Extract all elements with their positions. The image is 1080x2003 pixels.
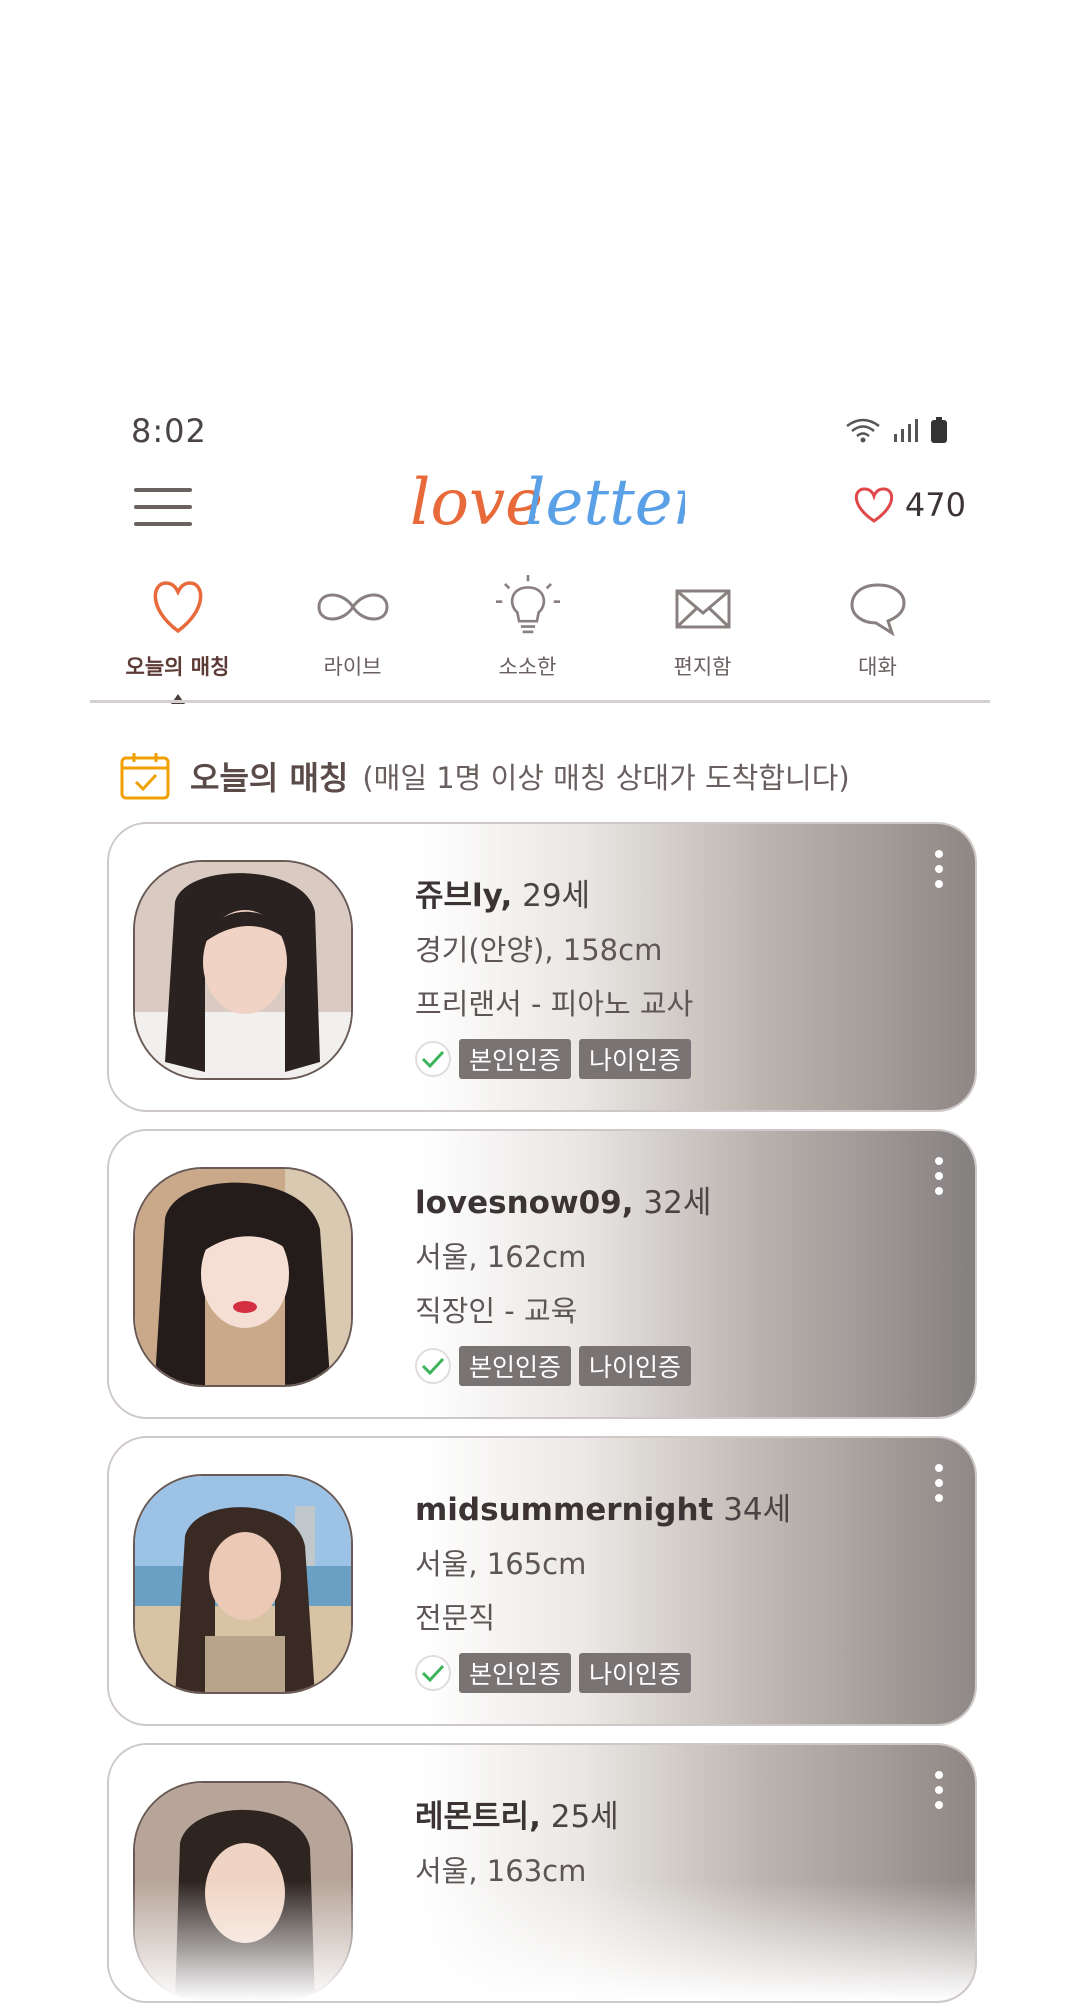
- more-options-button[interactable]: [935, 1771, 945, 1816]
- occupation: 프리랜서 - 피아노 교사: [415, 987, 694, 1021]
- menu-button[interactable]: [134, 488, 192, 528]
- profile-card[interactable]: midsummernight 34세 서울, 165cm 전문직 본인인증 나이…: [107, 1436, 977, 1726]
- location-height: 서울, 162cm: [415, 1240, 587, 1274]
- tab-label: 대화: [858, 655, 897, 679]
- tab-label: 오늘의 매칭: [125, 655, 230, 679]
- scroll-fade: [109, 1881, 975, 2001]
- age-verified-badge: 나이인증: [579, 1653, 692, 1693]
- envelope-icon: [675, 589, 730, 629]
- profile-photo[interactable]: [133, 1474, 353, 1694]
- tab-chat[interactable]: 대화: [790, 575, 965, 700]
- nickname: 레몬트리,: [415, 1799, 541, 1835]
- more-options-button[interactable]: [935, 1157, 945, 1202]
- profile-card[interactable]: lovesnow09, 32세 서울, 162cm 직장인 - 교육 본인인증 …: [107, 1129, 977, 1419]
- tab-today-matching[interactable]: 오늘의 매칭: [90, 575, 265, 704]
- signal-icon: [894, 419, 918, 442]
- tab-mailbox[interactable]: 편지함: [615, 575, 790, 700]
- tab-small[interactable]: 소소한: [440, 575, 615, 700]
- section-subtitle: (매일 1명 이상 매칭 상대가 도착합니다): [362, 761, 850, 795]
- location-height: 경기(안양), 158cm: [415, 933, 663, 967]
- verification-badges: 본인인증 나이인증: [415, 1039, 693, 1079]
- svg-text:love: love: [410, 466, 543, 540]
- wifi-icon: [846, 418, 880, 443]
- verification-badges: 본인인증 나이인증: [415, 1346, 711, 1386]
- lightbulb-icon: [495, 575, 560, 634]
- age: 32세: [643, 1185, 712, 1221]
- check-icon: [415, 1655, 451, 1691]
- identity-verified-badge: 본인인증: [459, 1039, 572, 1079]
- age: 25세: [550, 1799, 619, 1835]
- section-title: 오늘의 매칭: [190, 759, 349, 797]
- verification-badges: 본인인증 나이인증: [415, 1653, 791, 1693]
- chat-bubble-icon: [849, 583, 906, 637]
- battery-icon: [931, 417, 947, 443]
- age: 34세: [723, 1492, 792, 1528]
- status-time: 8:02: [131, 412, 207, 450]
- section-header: 오늘의 매칭 (매일 1명 이상 매칭 상대가 도착합니다): [120, 752, 850, 800]
- nickname: midsummernight: [415, 1492, 714, 1528]
- profile-card[interactable]: 레몬트리, 25세 서울, 163cm: [107, 1743, 977, 2003]
- more-options-button[interactable]: [935, 850, 945, 895]
- profile-info: midsummernight 34세 서울, 165cm 전문직 본인인증 나이…: [415, 1484, 791, 1693]
- nickname: lovesnow09,: [415, 1185, 634, 1221]
- age-verified-badge: 나이인증: [579, 1346, 692, 1386]
- svg-text:letter: letter: [525, 466, 685, 540]
- nickname: 쥬브ly,: [415, 878, 513, 914]
- likes-count: 470: [904, 486, 966, 524]
- tab-label: 라이브: [323, 655, 382, 679]
- heart-icon: [854, 487, 894, 523]
- age-verified-badge: 나이인증: [579, 1039, 692, 1079]
- profile-photo[interactable]: [133, 1167, 353, 1387]
- tab-live[interactable]: 라이브: [265, 575, 440, 700]
- profile-info: 쥬브ly, 29세 경기(안양), 158cm 프리랜서 - 피아노 교사 본인…: [415, 870, 693, 1079]
- check-icon: [415, 1348, 451, 1384]
- profile-card[interactable]: 쥬브ly, 29세 경기(안양), 158cm 프리랜서 - 피아노 교사 본인…: [107, 822, 977, 1112]
- identity-verified-badge: 본인인증: [459, 1653, 572, 1693]
- calendar-check-icon: [120, 753, 170, 800]
- location-height: 서울, 165cm: [415, 1547, 587, 1581]
- more-options-button[interactable]: [935, 1464, 945, 1509]
- tab-bar: 오늘의 매칭 라이브 소소한 편지함 대화: [90, 575, 990, 704]
- likes-counter[interactable]: 470: [853, 486, 966, 524]
- profile-info: lovesnow09, 32세 서울, 162cm 직장인 - 교육 본인인증 …: [415, 1177, 711, 1386]
- profile-photo[interactable]: [133, 860, 353, 1080]
- infinity-icon: [316, 593, 389, 621]
- tab-label: 소소한: [498, 655, 557, 679]
- tab-label: 편지함: [673, 655, 732, 679]
- occupation: 전문직: [415, 1601, 496, 1635]
- check-icon: [415, 1041, 451, 1077]
- profile-info: 레몬트리, 25세 서울, 163cm: [415, 1791, 619, 1890]
- identity-verified-badge: 본인인증: [459, 1346, 572, 1386]
- heart-icon: [153, 581, 202, 634]
- status-icons: [845, 416, 947, 444]
- occupation: 직장인 - 교육: [415, 1294, 578, 1328]
- age: 29세: [522, 878, 591, 914]
- tab-divider: [90, 700, 990, 703]
- logo: love letter: [410, 452, 707, 542]
